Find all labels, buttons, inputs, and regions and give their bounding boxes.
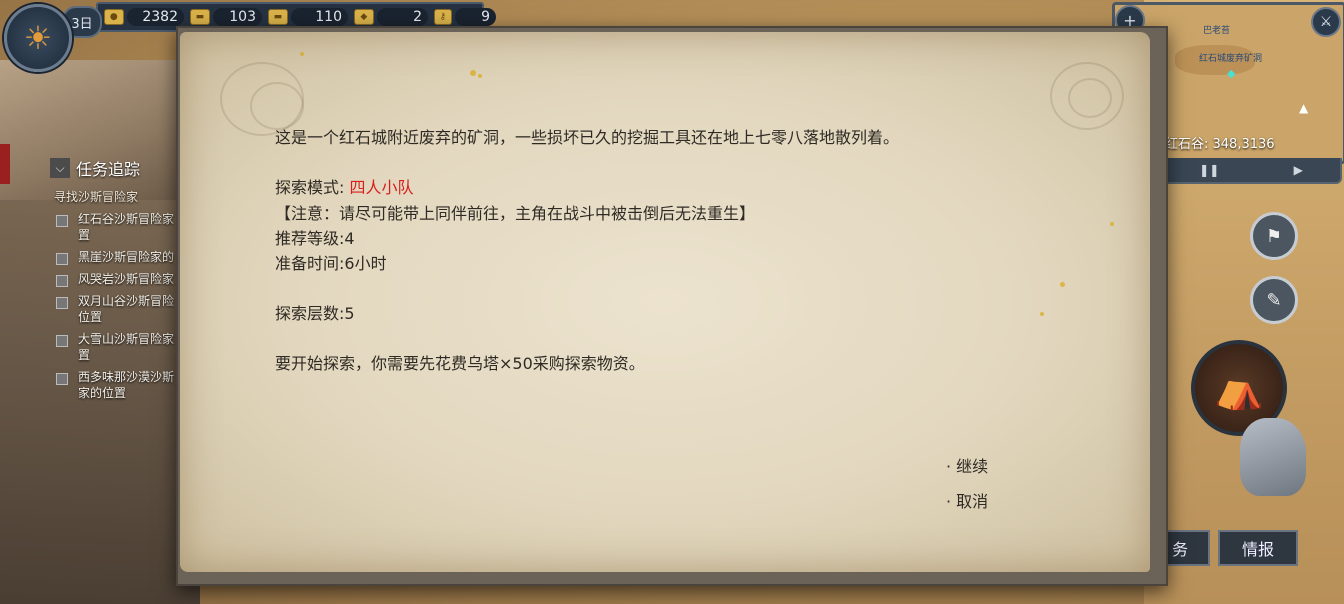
gold-fleck xyxy=(1060,282,1065,287)
stone-icon[interactable] xyxy=(1240,418,1306,496)
red-banner xyxy=(0,144,10,184)
play-icon[interactable]: ▶ xyxy=(1294,163,1303,177)
scroll-icon[interactable]: ✎ xyxy=(1250,276,1298,324)
minimap-label: 巴老苔 xyxy=(1203,26,1231,36)
resource-silver-bar: ▬ 110 xyxy=(268,6,348,28)
time-controls: ❚❚ ▶ xyxy=(1160,158,1342,184)
dialog-description: 这是一个红石城附近废弃的矿洞，一些损坏已久的挖掘工具还在地上七零八落地散列着。 xyxy=(275,128,900,147)
coin-icon: ● xyxy=(104,9,124,25)
resource-key: ⚷ 9 xyxy=(434,6,496,28)
gold-fleck xyxy=(1110,222,1114,226)
minimap-label: 红石城废弃矿洞 xyxy=(1199,54,1263,64)
quest-item[interactable]: 红石谷沙斯冒险家 置 xyxy=(56,211,190,243)
quest-item[interactable]: 黑崖沙斯冒险家的 xyxy=(56,249,190,265)
quest-item[interactable]: 双月山谷沙斯冒险 位置 xyxy=(56,293,190,325)
checkbox[interactable] xyxy=(56,297,68,309)
checkbox[interactable] xyxy=(56,253,68,265)
continue-option[interactable]: · 继续 xyxy=(946,453,988,477)
pause-icon[interactable]: ❚❚ xyxy=(1199,163,1219,177)
resource-value: 2 xyxy=(376,8,428,26)
gold-fleck xyxy=(478,74,482,78)
quest-item[interactable]: 风哭岩沙斯冒险家 xyxy=(56,271,190,287)
checkbox[interactable] xyxy=(56,215,68,227)
sword-icon[interactable]: ⚔ xyxy=(1311,7,1341,37)
sun-time-icon[interactable]: ☀ xyxy=(4,4,72,72)
resource-value: 9 xyxy=(454,8,496,26)
resource-value: 103 xyxy=(212,8,262,26)
resource-value: 2382 xyxy=(126,8,184,26)
key-icon: ⚷ xyxy=(434,9,452,25)
minimap-coordinates: 红石谷: 348,3136 xyxy=(1165,137,1275,152)
gold-fleck xyxy=(1040,312,1044,316)
cloud-ornament xyxy=(1068,78,1112,118)
resource-value: 110 xyxy=(290,8,348,26)
chevron-down-icon[interactable]: ⌵ xyxy=(50,158,70,178)
quest-subtitle[interactable]: 寻找沙斯冒险家 xyxy=(54,188,190,205)
recommended-level: 推荐等级:4 xyxy=(275,229,355,248)
preparation-time: 准备时间:6小时 xyxy=(275,254,387,273)
resource-coin: ● 2382 xyxy=(104,6,184,28)
exploration-mode-label: 探索模式: xyxy=(275,178,350,197)
exploration-cost: 要开始探索，你需要先花费乌塔×50采购探索物资。 xyxy=(275,354,645,373)
gem-icon: ◆ xyxy=(354,9,374,25)
quest-item[interactable]: 西多味那沙漠沙斯 家的位置 xyxy=(56,369,190,401)
tab-intel[interactable]: 情报 xyxy=(1218,530,1298,566)
waypoint-icon[interactable]: ◆ xyxy=(1227,67,1235,80)
cancel-option[interactable]: · 取消 xyxy=(946,488,988,512)
quest-item[interactable]: 大雪山沙斯冒险家 置 xyxy=(56,331,190,363)
silver-bar-icon: ▬ xyxy=(268,9,288,25)
gold-fleck xyxy=(300,52,304,56)
banner-button-icon[interactable]: ⚑ xyxy=(1250,212,1298,260)
cloud-ornament xyxy=(250,82,304,130)
dialog-notice: 【注意：请尽可能带上同伴前往，主角在战斗中被击倒后无法重生】 xyxy=(275,204,756,223)
checkbox[interactable] xyxy=(56,335,68,347)
quest-tracker-title: 任务追踪 xyxy=(76,160,141,179)
tent-icon[interactable]: ▲ xyxy=(1299,101,1308,115)
gold-fleck xyxy=(470,70,476,76)
checkbox[interactable] xyxy=(56,275,68,287)
exploration-mode-value: 四人小队 xyxy=(349,178,414,197)
resource-gem: ◆ 2 xyxy=(354,6,428,28)
checkbox[interactable] xyxy=(56,373,68,385)
resource-gold-bar: ▬ 103 xyxy=(190,6,262,28)
quest-tracker: ⌵ 任务追踪 寻找沙斯冒险家 红石谷沙斯冒险家 置 黑崖沙斯冒险家的 风哭岩沙斯… xyxy=(50,156,190,401)
exploration-floors: 探索层数:5 xyxy=(275,304,355,323)
gold-bar-icon: ▬ xyxy=(190,9,210,25)
exploration-mode: 探索模式: 四人小队 xyxy=(275,174,414,198)
